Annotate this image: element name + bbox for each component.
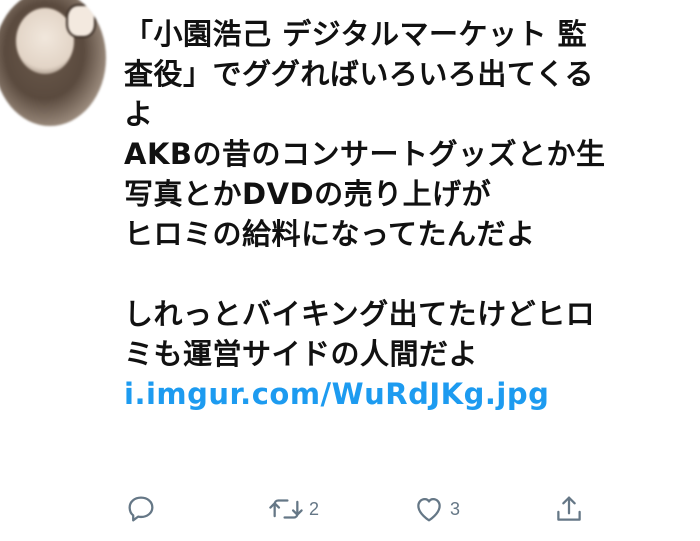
share-icon [552,492,586,526]
like-count: 3 [450,498,461,519]
tweet-line: AKBの昔のコンサートグッズとか生 [124,137,606,171]
tweet-line: よ [124,97,154,131]
tweet-line: ミも運営サイドの人間だよ [124,337,479,371]
tweet-actions: 2 3 [124,489,594,529]
tweet-line: 写真とかDVDの売り上げが [124,177,492,211]
reply-button[interactable] [124,489,158,529]
retweet-icon [267,492,305,526]
retweet-button[interactable]: 2 [267,489,319,529]
tweet-line: しれっとバイキング出てたけどヒロ [124,297,596,331]
tweet-line: 査役」でググればいろいろ出てくる [124,57,594,91]
tweet-text: 「小園浩己 デジタルマーケット 監 査役」でググればいろいろ出てくる よ AKB… [124,14,680,414]
share-button[interactable] [552,489,586,529]
heart-icon [412,492,446,526]
avatar-hand [66,4,96,38]
retweet-count: 2 [309,498,320,519]
tweet-line: ヒロミの給料になってたんだよ [124,217,536,251]
tweet-link[interactable]: i.imgur.com/WuRdJKg.jpg [124,374,680,414]
avatar[interactable] [0,0,106,126]
like-button[interactable]: 3 [412,489,460,529]
tweet-line: 「小園浩己 デジタルマーケット 監 [124,17,588,51]
reply-icon [124,492,158,526]
